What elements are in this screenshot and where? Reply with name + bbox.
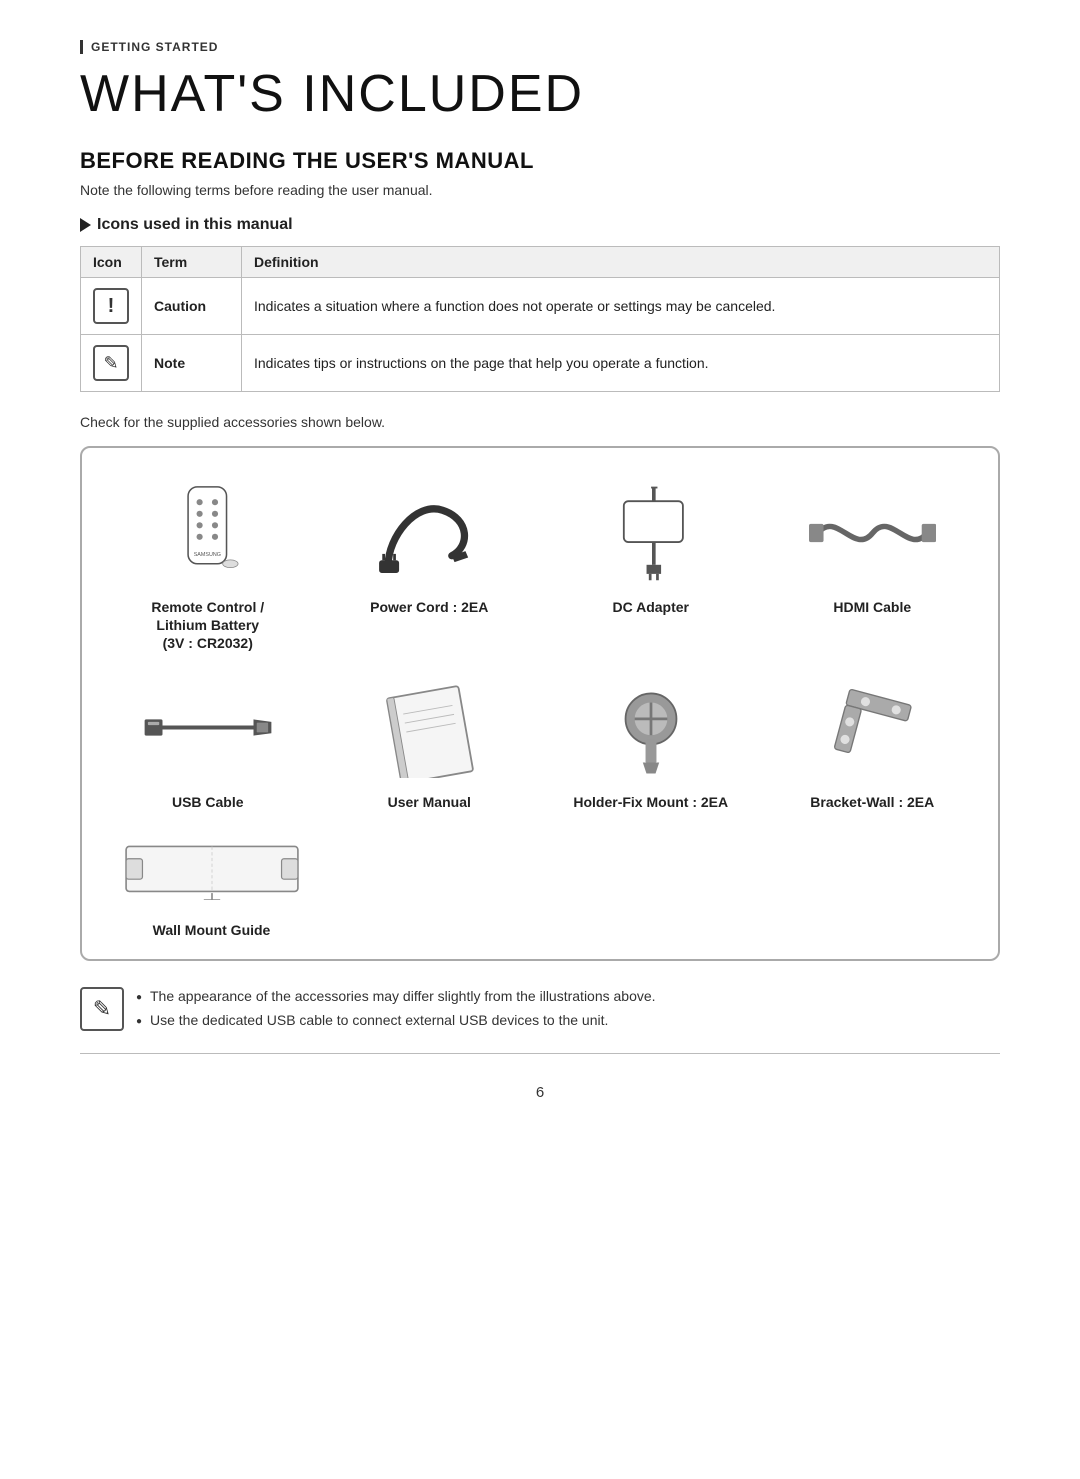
wall-mount-guide-image (122, 836, 302, 906)
term-note: Note (142, 335, 242, 392)
accessories-row2: USB Cable User Manual (102, 673, 978, 811)
accessory-remote-control: SAMSUNG Remote Control /Lithium Battery(… (102, 478, 314, 653)
accessory-label-bracket-wall: Bracket-Wall : 2EA (810, 793, 934, 811)
accessory-label-usb-cable: USB Cable (172, 793, 244, 811)
accessory-label-hdmi: HDMI Cable (833, 598, 911, 616)
intro-text: Note the following terms before reading … (80, 182, 1000, 198)
term-caution: Caution (142, 278, 242, 335)
page-number: 6 (80, 1084, 1000, 1101)
accessory-label-wall-mount-guide: Wall Mount Guide (153, 921, 271, 939)
icons-subsection-heading: Icons used in this manual (97, 216, 293, 234)
accessory-label-user-manual: User Manual (388, 793, 471, 811)
accessory-holder-fix-mount: Holder-Fix Mount : 2EA (545, 673, 757, 811)
accessories-box: SAMSUNG Remote Control /Lithium Battery(… (80, 446, 1000, 961)
note-box: ✎ The appearance of the accessories may … (80, 985, 1000, 1033)
icons-table: Icon Term Definition ! Caution Indicates… (80, 246, 1000, 392)
accessory-user-manual: User Manual (324, 673, 536, 811)
holder-fix-mount-image (601, 678, 701, 778)
hdmi-cable-image (809, 483, 936, 583)
notes-list: The appearance of the accessories may di… (138, 985, 656, 1033)
definition-note: Indicates tips or instructions on the pa… (242, 335, 1000, 392)
accessories-row3: Wall Mount Guide (102, 831, 978, 939)
dc-adapter-image (592, 483, 710, 583)
power-cord-image (370, 483, 488, 583)
bottom-divider (80, 1053, 1000, 1054)
accessory-hdmi-cable: HDMI Cable (767, 478, 979, 653)
accessories-row1: SAMSUNG Remote Control /Lithium Battery(… (102, 478, 978, 653)
note-icon-bottom: ✎ (80, 987, 124, 1031)
note-item-2: Use the dedicated USB cable to connect e… (138, 1009, 656, 1033)
col-definition: Definition (242, 247, 1000, 278)
section-label: Getting Started (80, 40, 1000, 54)
check-text: Check for the supplied accessories shown… (80, 414, 1000, 430)
col-term: Term (142, 247, 242, 278)
triangle-icon (80, 218, 91, 232)
bracket-wall-image (818, 678, 927, 778)
svg-text:SAMSUNG: SAMSUNG (194, 552, 221, 558)
accessory-label-dc-adapter: DC Adapter (613, 598, 690, 616)
accessory-usb-cable: USB Cable (102, 673, 314, 811)
accessory-bracket-wall: Bracket-Wall : 2EA (767, 673, 979, 811)
page-title: WHAT'S INCLUDED (80, 64, 1000, 124)
accessory-power-cord: Power Cord : 2EA (324, 478, 536, 653)
user-manual-image (375, 678, 484, 778)
definition-caution: Indicates a situation where a function d… (242, 278, 1000, 335)
accessory-label-power-cord: Power Cord : 2EA (370, 598, 488, 616)
main-heading: BEFORE READING THE USER'S MANUAL (80, 148, 1000, 174)
note-item-1: The appearance of the accessories may di… (138, 985, 656, 1009)
usb-cable-image (143, 695, 273, 760)
table-row: ✎ Note Indicates tips or instructions on… (81, 335, 1000, 392)
accessory-wall-mount-guide: Wall Mount Guide (102, 831, 321, 939)
accessory-label-holder-fix-mount: Holder-Fix Mount : 2EA (573, 793, 728, 811)
caution-icon: ! (93, 288, 129, 324)
accessory-dc-adapter: DC Adapter (545, 478, 757, 653)
remote-control-image: SAMSUNG (165, 483, 250, 583)
table-row: ! Caution Indicates a situation where a … (81, 278, 1000, 335)
col-icon: Icon (81, 247, 142, 278)
accessory-label-remote: Remote Control /Lithium Battery(3V : CR2… (151, 598, 264, 653)
note-icon: ✎ (93, 345, 129, 381)
